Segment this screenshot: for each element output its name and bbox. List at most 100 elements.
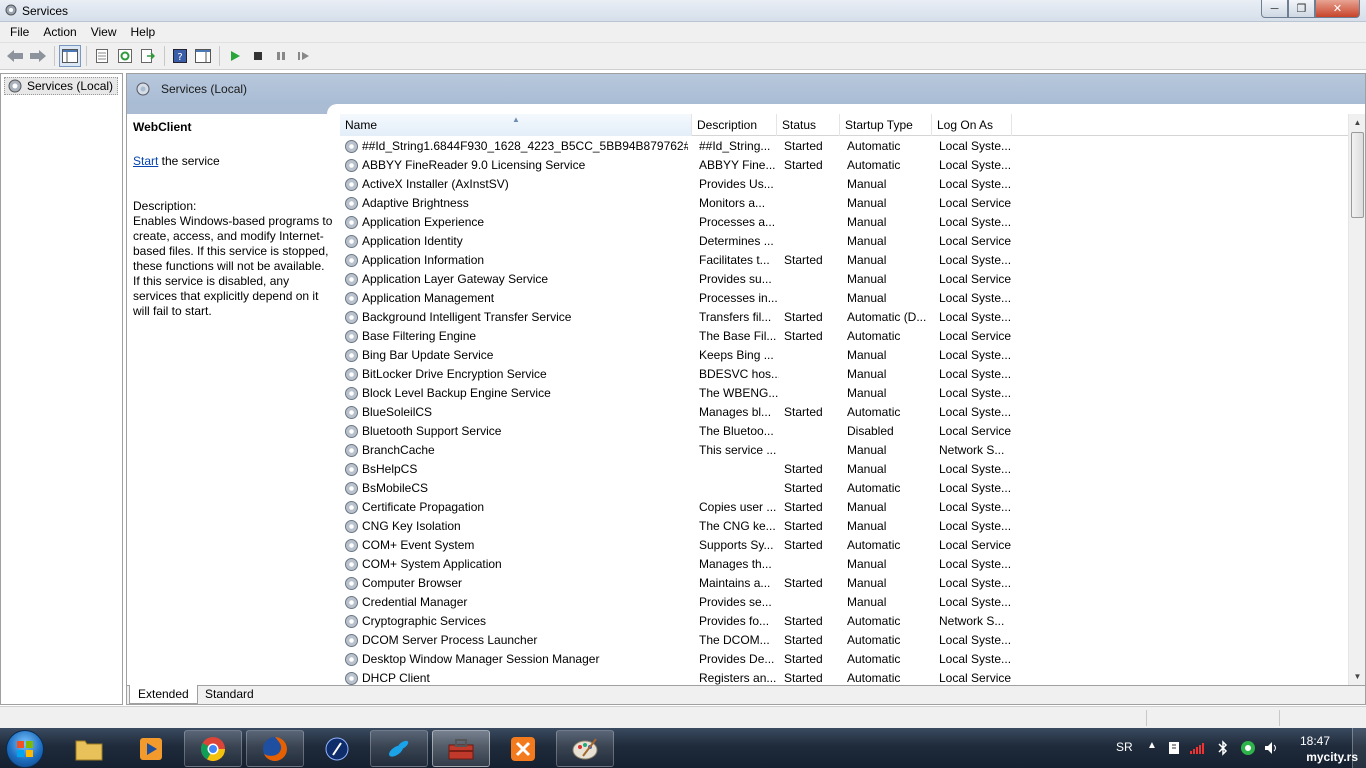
service-name-cell: ##Id_String1.6844F930_1628_4223_B5CC_5BB…: [362, 139, 688, 153]
menu-action[interactable]: Action: [36, 22, 83, 43]
service-startup-cell: Automatic: [847, 405, 901, 419]
tab-extended[interactable]: Extended: [129, 685, 198, 704]
refresh-button[interactable]: [114, 45, 136, 67]
table-row[interactable]: CNG Key Isolation The CNG ke... Started Man…: [340, 517, 1350, 536]
toolbar-separator: [164, 46, 165, 66]
service-startup-cell: Manual: [847, 177, 887, 191]
service-description-cell: Provides su...: [699, 272, 772, 286]
maximize-button[interactable]: ❐: [1288, 0, 1315, 18]
minimize-button[interactable]: ─: [1261, 0, 1288, 18]
table-row[interactable]: DHCP Client Registers an... Started Automat…: [340, 669, 1350, 685]
table-row[interactable]: Bing Bar Update Service Keeps Bing ... Man…: [340, 346, 1350, 365]
table-row[interactable]: BlueSoleilCS Manages bl... Started Automati…: [340, 403, 1350, 422]
service-startup-cell: Automatic: [847, 158, 901, 172]
taskbar-services-manager[interactable]: [432, 730, 490, 767]
security-icon[interactable]: [1240, 740, 1256, 756]
export-list-button[interactable]: [137, 45, 159, 67]
table-row[interactable]: Application Layer Gateway Service Provide…: [340, 270, 1350, 289]
back-button[interactable]: [4, 45, 26, 67]
column-header-log-on-as[interactable]: Log On As: [932, 114, 1012, 136]
action-pane-icon: [195, 49, 211, 63]
start-service-button[interactable]: [224, 45, 246, 67]
tab-standard[interactable]: Standard: [197, 685, 262, 704]
service-status-cell: Started: [784, 139, 823, 153]
restart-service-button[interactable]: [293, 45, 315, 67]
table-row[interactable]: Application Management Processes in... Man…: [340, 289, 1350, 308]
service-logon-cell: Local Syste...: [939, 633, 1012, 647]
table-row[interactable]: ActiveX Installer (AxInstSV) Provides Us.…: [340, 175, 1350, 194]
scroll-thumb[interactable]: [1351, 132, 1364, 218]
menu-help[interactable]: Help: [124, 22, 163, 43]
action-center-icon[interactable]: [1167, 741, 1181, 755]
taskbar-explorer[interactable]: [60, 730, 118, 767]
network-signal-icon[interactable]: [1189, 741, 1209, 755]
table-row[interactable]: ##Id_String1.6844F930_1628_4223_B5CC_5BB…: [340, 137, 1350, 156]
table-row[interactable]: Cryptographic Services Provides fo... Star…: [340, 612, 1350, 631]
service-status-cell: [784, 346, 842, 365]
vertical-scrollbar[interactable]: ▲ ▼: [1348, 114, 1365, 685]
show-hide-console-tree-button[interactable]: [59, 45, 81, 67]
close-button[interactable]: ✕: [1315, 0, 1360, 18]
taskbar-paint[interactable]: [556, 730, 614, 767]
console-tree-icon: [62, 49, 78, 63]
header-curve-corner: [327, 104, 367, 114]
stop-service-button[interactable]: [247, 45, 269, 67]
show-desktop-button[interactable]: [1352, 728, 1366, 768]
taskbar-media-player[interactable]: [122, 730, 180, 767]
table-row[interactable]: Base Filtering Engine The Base Fil... Star…: [340, 327, 1350, 346]
column-header-status[interactable]: Status: [777, 114, 840, 136]
start-service-link[interactable]: Start: [133, 154, 158, 168]
table-row[interactable]: BranchCache This service ... Manual Network…: [340, 441, 1350, 460]
table-row[interactable]: Application Identity Determines ... Manual…: [340, 232, 1350, 251]
table-row[interactable]: DCOM Server Process Launcher The DCOM... S…: [340, 631, 1350, 650]
table-row[interactable]: Application Experience Processes a... Manu…: [340, 213, 1350, 232]
service-description-cell: ABBYY Fine...: [699, 158, 776, 172]
service-gear-icon: [345, 425, 358, 438]
table-row[interactable]: Bluetooth Support Service The Bluetoo... D…: [340, 422, 1350, 441]
show-hidden-icons-icon[interactable]: ▲: [1147, 740, 1157, 751]
column-header-startup-type[interactable]: Startup Type: [840, 114, 932, 136]
table-row[interactable]: BitLocker Drive Encryption Service BDESVC…: [340, 365, 1350, 384]
forward-button[interactable]: [27, 45, 49, 67]
language-indicator[interactable]: SR: [1116, 740, 1133, 754]
pane-title: Services (Local): [161, 82, 248, 96]
scroll-down-icon[interactable]: ▼: [1349, 668, 1366, 685]
taskbar-telenor[interactable]: [370, 730, 428, 767]
menu-view[interactable]: View: [84, 22, 124, 43]
scroll-up-icon[interactable]: ▲: [1349, 114, 1366, 131]
taskbar-clock[interactable]: 18:47: [1300, 734, 1330, 748]
service-logon-cell: Local Syste...: [939, 215, 1012, 229]
volume-icon[interactable]: [1264, 741, 1280, 755]
table-row[interactable]: Adaptive Brightness Monitors a... Manual Lo…: [340, 194, 1350, 213]
taskbar-firefox[interactable]: [246, 730, 304, 767]
show-hide-action-pane-button[interactable]: [192, 45, 214, 67]
taskbar-xampp[interactable]: [494, 730, 552, 767]
table-row[interactable]: Desktop Window Manager Session Manager Pr…: [340, 650, 1350, 669]
table-row[interactable]: Application Information Facilitates t... S…: [340, 251, 1350, 270]
table-row[interactable]: COM+ Event System Supports Sy... Started Au…: [340, 536, 1350, 555]
pause-service-button[interactable]: [270, 45, 292, 67]
column-header-description[interactable]: Description: [692, 114, 777, 136]
properties-button[interactable]: [91, 45, 113, 67]
table-row[interactable]: BsMobileCS Started Automatic Local Syste...: [340, 479, 1350, 498]
services-icon: [5, 4, 17, 16]
start-button[interactable]: [6, 730, 44, 768]
table-row[interactable]: ABBYY FineReader 9.0 Licensing Service AB…: [340, 156, 1350, 175]
service-status-cell: [784, 365, 842, 384]
table-row[interactable]: Block Level Backup Engine Service The WBE…: [340, 384, 1350, 403]
table-row[interactable]: BsHelpCS Started Manual Local Syste...: [340, 460, 1350, 479]
menu-file[interactable]: File: [0, 22, 36, 43]
column-header-name[interactable]: ▲ Name: [340, 114, 692, 136]
tree-item-services-local[interactable]: Services (Local): [4, 77, 118, 95]
table-row[interactable]: Credential Manager Provides se... Manual Lo…: [340, 593, 1350, 612]
table-row[interactable]: Background Intelligent Transfer Service T…: [340, 308, 1350, 327]
table-row[interactable]: Computer Browser Maintains a... Started Man…: [340, 574, 1350, 593]
table-row[interactable]: COM+ System Application Manages th... Manu…: [340, 555, 1350, 574]
service-description-cell: The CNG ke...: [699, 519, 776, 533]
taskbar-chrome[interactable]: [184, 730, 242, 767]
taskbar-speedtest[interactable]: [308, 730, 366, 767]
bluetooth-icon[interactable]: [1217, 740, 1229, 756]
folder-icon: [75, 740, 103, 760]
table-row[interactable]: Certificate Propagation Copies user ... St…: [340, 498, 1350, 517]
help-button[interactable]: ?: [169, 45, 191, 67]
